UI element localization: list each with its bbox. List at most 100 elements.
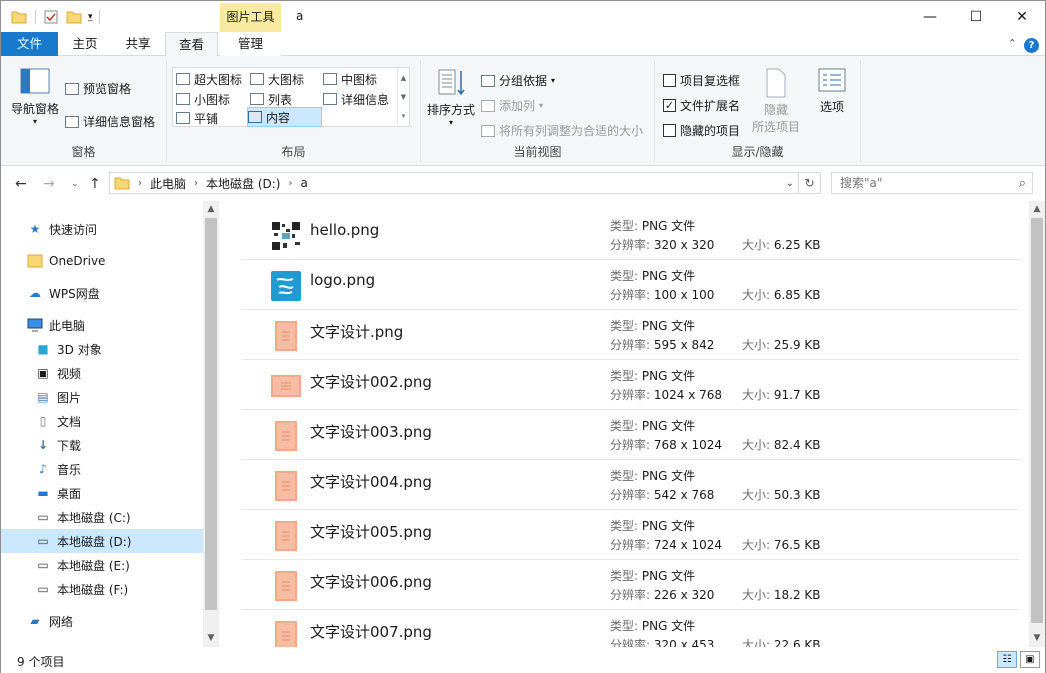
nav-item-drive-f[interactable]: ▭ 本地磁盘 (F:) xyxy=(1,577,203,601)
preview-pane-button[interactable]: 预览窗格 xyxy=(65,80,131,97)
breadcrumb-folder-a[interactable]: a xyxy=(294,176,313,190)
nav-item-network[interactable]: ▰ 网络 xyxy=(1,609,203,633)
scroll-up-icon[interactable]: ▲ xyxy=(1029,201,1045,218)
chevron-down-icon[interactable]: ▼ xyxy=(401,93,406,101)
add-columns-button[interactable]: 添加列 ▾ xyxy=(481,97,543,114)
tab-home[interactable]: 主页 xyxy=(58,32,112,56)
layout-label: 大图标 xyxy=(268,72,305,87)
nav-item-onedrive[interactable]: OneDrive xyxy=(1,249,203,273)
item-checkboxes-toggle[interactable]: 项目复选框 xyxy=(663,72,740,89)
maximize-button[interactable]: ☐ xyxy=(953,1,999,32)
sort-by-button[interactable]: 排序方式 ▾ xyxy=(425,68,477,127)
nav-pane-scrollbar[interactable]: ▲ ▼ xyxy=(203,201,219,647)
nav-item-desktop[interactable]: ▬ 桌面 xyxy=(1,481,203,505)
file-row[interactable]: 文字设计002.png 类型: PNG 文件 分辨率: 1024 x 768 大小: … xyxy=(241,359,1019,409)
close-button[interactable]: ✕ xyxy=(999,1,1045,32)
nav-item-drive-c[interactable]: ▭ 本地磁盘 (C:) xyxy=(1,505,203,529)
content-scrollbar[interactable]: ▲ ▼ xyxy=(1029,201,1045,647)
large-icons-view-button[interactable]: ▣ xyxy=(1020,651,1040,668)
breadcrumb-drive-d[interactable]: 本地磁盘 (D:) xyxy=(200,175,286,192)
breadcrumb-this-pc[interactable]: 此电脑 xyxy=(144,175,192,192)
expand-gallery-icon[interactable]: ▾ xyxy=(402,112,406,120)
nav-item-drive-e[interactable]: ▭ 本地磁盘 (E:) xyxy=(1,553,203,577)
file-extensions-toggle[interactable]: ✓ 文件扩展名 xyxy=(663,97,740,114)
nav-pane-button[interactable]: 导航窗格 ▾ xyxy=(9,68,61,126)
tab-view[interactable]: 查看 xyxy=(165,32,218,57)
chevron-up-icon[interactable]: ▲ xyxy=(401,74,406,82)
nav-item-pictures[interactable]: ▤ 图片 xyxy=(1,385,203,409)
tab-share[interactable]: 共享 xyxy=(112,32,164,56)
search-input[interactable]: 搜索"a" ⌕ xyxy=(831,172,1033,194)
properties-icon[interactable] xyxy=(44,10,58,24)
file-row[interactable]: 文字设计004.png 类型: PNG 文件 分辨率: 542 x 768 大小: 5… xyxy=(241,459,1019,509)
breadcrumb-separator-icon[interactable]: › xyxy=(136,178,144,189)
item-checkboxes-checkbox[interactable] xyxy=(663,74,676,87)
breadcrumb-separator-icon[interactable]: › xyxy=(286,178,294,189)
layout-small-icons[interactable]: 小图标 xyxy=(176,89,230,109)
nav-item-music[interactable]: ♪ 音乐 xyxy=(1,457,203,481)
help-icon[interactable]: ? xyxy=(1024,38,1039,53)
customize-qa-icon[interactable]: ▾̲ xyxy=(88,12,93,22)
preview-pane-label: 预览窗格 xyxy=(83,82,132,96)
collapse-ribbon-icon[interactable]: ⌃ xyxy=(1008,37,1017,50)
nav-item-this-pc[interactable]: 此电脑 xyxy=(1,313,203,337)
nav-item-documents[interactable]: ▯ 文档 xyxy=(1,409,203,433)
address-history-dropdown-icon[interactable]: ⌄ xyxy=(786,178,794,189)
nav-item-wps-drive[interactable]: ☁ WPS网盘 xyxy=(1,281,203,305)
refresh-button[interactable]: ↻ xyxy=(799,172,821,194)
details-view-button[interactable]: ☷ xyxy=(997,651,1017,668)
up-arrow-icon[interactable]: ↑ xyxy=(89,176,101,192)
group-by-button[interactable]: 分组依据 ▾ xyxy=(481,72,555,89)
nav-item-3d-objects[interactable]: ■ 3D 对象 xyxy=(1,337,203,361)
layout-medium-icons[interactable]: 中图标 xyxy=(323,69,377,89)
breadcrumb-separator-icon[interactable]: › xyxy=(192,178,200,189)
nav-item-videos[interactable]: ▣ 视频 xyxy=(1,361,203,385)
file-row[interactable]: 文字设计007.png 类型: PNG 文件 分辨率: 320 x 453 大小: 2… xyxy=(241,609,1019,647)
search-icon[interactable]: ⌕ xyxy=(1019,174,1026,194)
minimize-button[interactable]: — xyxy=(907,1,953,32)
back-arrow-icon[interactable]: ← xyxy=(15,176,27,192)
file-size: 大小: 6.85 KB xyxy=(742,286,821,303)
hidden-items-checkbox[interactable] xyxy=(663,124,676,137)
layout-gallery-scroll[interactable]: ▲ ▼ ▾ xyxy=(397,68,409,126)
type-value: PNG 文件 xyxy=(641,569,696,583)
nav-item-quick-access[interactable]: ★ 快速访问 xyxy=(1,217,203,241)
new-folder-icon[interactable] xyxy=(66,10,82,24)
scroll-down-icon[interactable]: ▼ xyxy=(1029,630,1045,647)
recent-locations-icon[interactable]: ⌄ xyxy=(71,179,79,189)
content-scroll-thumb[interactable] xyxy=(1031,218,1043,623)
address-bar[interactable]: › 此电脑 › 本地磁盘 (D:) › a ⌄ xyxy=(109,172,799,194)
scroll-up-icon[interactable]: ▲ xyxy=(203,201,219,218)
layout-tiles[interactable]: 平铺 xyxy=(176,108,218,128)
group-layout-label: 布局 xyxy=(281,145,306,159)
details-pane-button[interactable]: 详细信息窗格 xyxy=(65,113,155,130)
layout-extra-large-icons[interactable]: 超大图标 xyxy=(176,69,242,89)
folder-icon[interactable] xyxy=(11,10,27,24)
options-button[interactable]: 选项 xyxy=(811,68,853,115)
tab-manage[interactable]: 管理 xyxy=(220,32,281,56)
layout-list[interactable]: 列表 xyxy=(250,89,292,109)
size-columns-button[interactable]: 将所有列调整为合适的大小 xyxy=(481,122,643,139)
large-icons-view-icon: ▣ xyxy=(1025,654,1035,665)
file-row[interactable]: 文字设计006.png 类型: PNG 文件 分辨率: 226 x 320 大小: 1… xyxy=(241,559,1019,609)
layout-large-icons[interactable]: 大图标 xyxy=(250,69,304,89)
scroll-down-icon[interactable]: ▼ xyxy=(203,630,219,647)
file-row[interactable]: 文字设计005.png 类型: PNG 文件 分辨率: 724 x 1024 大小: … xyxy=(241,509,1019,559)
forward-arrow-icon[interactable]: → xyxy=(43,176,55,192)
file-extensions-checkbox[interactable]: ✓ xyxy=(663,99,676,112)
tab-file[interactable]: 文件 xyxy=(1,32,58,56)
hide-selected-button[interactable]: 隐藏 所选项目 xyxy=(747,68,805,135)
hidden-items-label: 隐藏的项目 xyxy=(680,124,741,138)
file-row[interactable]: logo.png 类型: PNG 文件 分辨率: 100 x 100 大小: 6.85… xyxy=(241,259,1019,309)
nav-item-downloads[interactable]: ↓ 下载 xyxy=(1,433,203,457)
nav-item-drive-d[interactable]: ▭ 本地磁盘 (D:) xyxy=(1,529,203,553)
file-row[interactable]: hello.png 类型: PNG 文件 分辨率: 320 x 320 大小: 6.2… xyxy=(241,209,1019,259)
content-icon xyxy=(248,111,262,123)
file-row[interactable]: 文字设计.png 类型: PNG 文件 分辨率: 595 x 842 大小: 25.9… xyxy=(241,309,1019,359)
layout-details[interactable]: 详细信息 xyxy=(323,89,389,109)
nav-scroll-thumb[interactable] xyxy=(205,218,217,610)
hidden-items-toggle[interactable]: 隐藏的项目 xyxy=(663,122,740,139)
file-row[interactable]: 文字设计003.png 类型: PNG 文件 分辨率: 768 x 1024 大小: … xyxy=(241,409,1019,459)
layout-content[interactable]: 内容 xyxy=(247,107,322,127)
nav-item-label: 本地磁盘 (D:) xyxy=(57,534,132,549)
